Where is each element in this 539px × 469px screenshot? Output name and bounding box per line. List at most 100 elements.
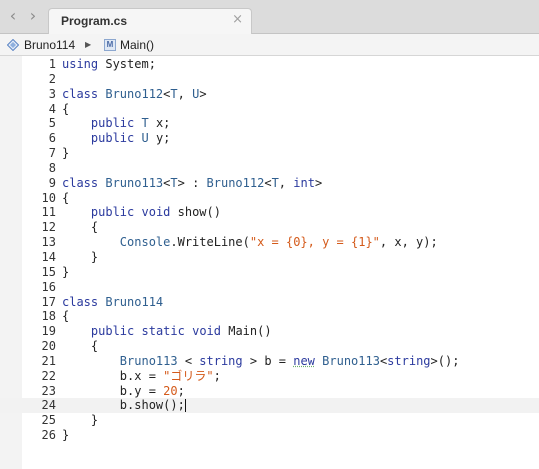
code-line[interactable]: 20 { (0, 339, 539, 354)
code-token: { (62, 101, 70, 116)
code-token: public (90, 324, 135, 339)
code-text: b.show(); (62, 398, 186, 413)
code-token: y; (148, 131, 171, 146)
code-token: >(); (430, 353, 460, 368)
line-number: 16 (41, 279, 56, 294)
chevron-right-icon: › (29, 6, 37, 25)
code-line[interactable]: 2 (0, 72, 539, 87)
tab-program-cs[interactable]: Program.cs × (48, 8, 252, 34)
code-text: } (62, 265, 69, 280)
line-number: 3 (48, 86, 56, 101)
code-line[interactable]: 25 } (0, 413, 539, 428)
code-text: Console.WriteLine("x = {0}, y = {1}", x,… (62, 235, 438, 250)
code-token: int (293, 175, 315, 190)
code-token: } (62, 413, 99, 428)
line-number: 4 (48, 101, 56, 116)
code-line[interactable]: 19 public static void Main() (0, 324, 539, 339)
code-line[interactable]: 13 Console.WriteLine("x = {0}, y = {1}",… (0, 235, 539, 250)
code-token: < (264, 175, 272, 190)
code-token: } (62, 428, 70, 443)
breadcrumb-namespace-label: Bruno114 (24, 38, 76, 52)
code-lines: 1 using System; 2 3 class Bruno112<T, U> 4{5 … (0, 57, 539, 443)
code-token: ; (213, 368, 221, 383)
code-line[interactable]: 23 b.y = 20; (0, 384, 539, 399)
code-line[interactable]: 8 (0, 161, 539, 176)
code-line[interactable]: 10 { (0, 191, 539, 206)
code-line[interactable]: 17 class Bruno114 (0, 295, 539, 310)
breadcrumb: Bruno114 ▶ M Main() (0, 34, 539, 56)
code-line[interactable]: 21 Bruno113 < string > b = new Bruno113<… (0, 354, 539, 369)
line-number: 7 (48, 146, 56, 161)
line-number: 11 (41, 205, 56, 220)
code-line[interactable]: 22 b.x = "ゴリラ"; (0, 369, 539, 384)
code-token: class (62, 86, 99, 101)
code-line[interactable]: 15} (0, 265, 539, 280)
back-button[interactable]: ‹ (4, 6, 22, 26)
line-number: 5 (48, 116, 56, 131)
code-token: static (141, 324, 185, 339)
code-token: { (62, 220, 99, 235)
code-line[interactable]: 14 } (0, 250, 539, 265)
code-token: { (62, 309, 70, 324)
line-number: 13 (41, 235, 56, 250)
code-text: class Bruno113<T> : Bruno112<T, int> (62, 176, 322, 191)
code-text: b.x = "ゴリラ"; (62, 369, 221, 384)
code-token: { (62, 190, 70, 205)
breadcrumb-method[interactable]: M Main() (104, 34, 154, 56)
code-token: b.x = (62, 368, 164, 383)
code-text: { (62, 339, 98, 354)
code-token: } (62, 264, 70, 279)
code-token: b.y = (62, 383, 164, 398)
code-token: } (62, 249, 99, 264)
code-line[interactable]: 4{ (0, 102, 539, 117)
line-number: 19 (41, 324, 56, 339)
code-token: } (62, 146, 70, 161)
code-line[interactable]: 26} (0, 428, 539, 443)
code-token: class (62, 294, 99, 309)
code-token: void (141, 205, 171, 220)
code-token: "ゴリラ" (163, 368, 214, 383)
code-text: { (62, 191, 69, 206)
code-editor[interactable]: 1 using System; 2 3 class Bruno112<T, U> 4{5 … (0, 56, 539, 469)
code-text: } (62, 250, 98, 265)
breadcrumb-namespace[interactable]: Bruno114 (7, 34, 75, 56)
code-token: , (177, 86, 193, 101)
line-number: 15 (41, 264, 56, 279)
code-token: T (271, 175, 279, 190)
forward-button[interactable]: › (24, 6, 42, 26)
code-line[interactable]: 16 (0, 280, 539, 295)
code-line[interactable]: 7} (0, 146, 539, 161)
code-line[interactable]: 11 public void show() (0, 205, 539, 220)
code-token: "x = {0}, y = {1}" (249, 235, 380, 250)
breadcrumb-method-label: Main() (120, 38, 155, 52)
code-line[interactable]: 18 { (0, 309, 539, 324)
line-number: 1 (48, 57, 56, 71)
code-text: b.y = 20; (62, 384, 185, 399)
code-token: Console (119, 235, 171, 250)
code-line[interactable]: 12 { (0, 220, 539, 235)
code-token: > : (177, 175, 207, 190)
code-token: Bruno113 (119, 353, 178, 368)
code-line[interactable]: 24 b.show(); (0, 398, 539, 414)
close-icon[interactable]: × (232, 12, 243, 27)
code-line[interactable]: 6 public U y; (0, 131, 539, 146)
code-line[interactable]: 5 public T x; (0, 116, 539, 131)
line-number: 26 (41, 428, 56, 443)
code-token: , (278, 175, 294, 190)
namespace-icon (7, 39, 19, 51)
line-number: 21 (41, 353, 56, 368)
code-line[interactable]: 3 class Bruno112<T, U> (0, 87, 539, 102)
code-text: Bruno113 < string > b = new Bruno113<str… (62, 353, 460, 369)
code-text: class Bruno112<T, U> (62, 87, 207, 102)
code-line[interactable]: 9 class Bruno113<T> : Bruno112<T, int> (0, 176, 539, 191)
code-line[interactable]: 1 using System; (0, 57, 539, 72)
code-token: public (90, 116, 135, 131)
